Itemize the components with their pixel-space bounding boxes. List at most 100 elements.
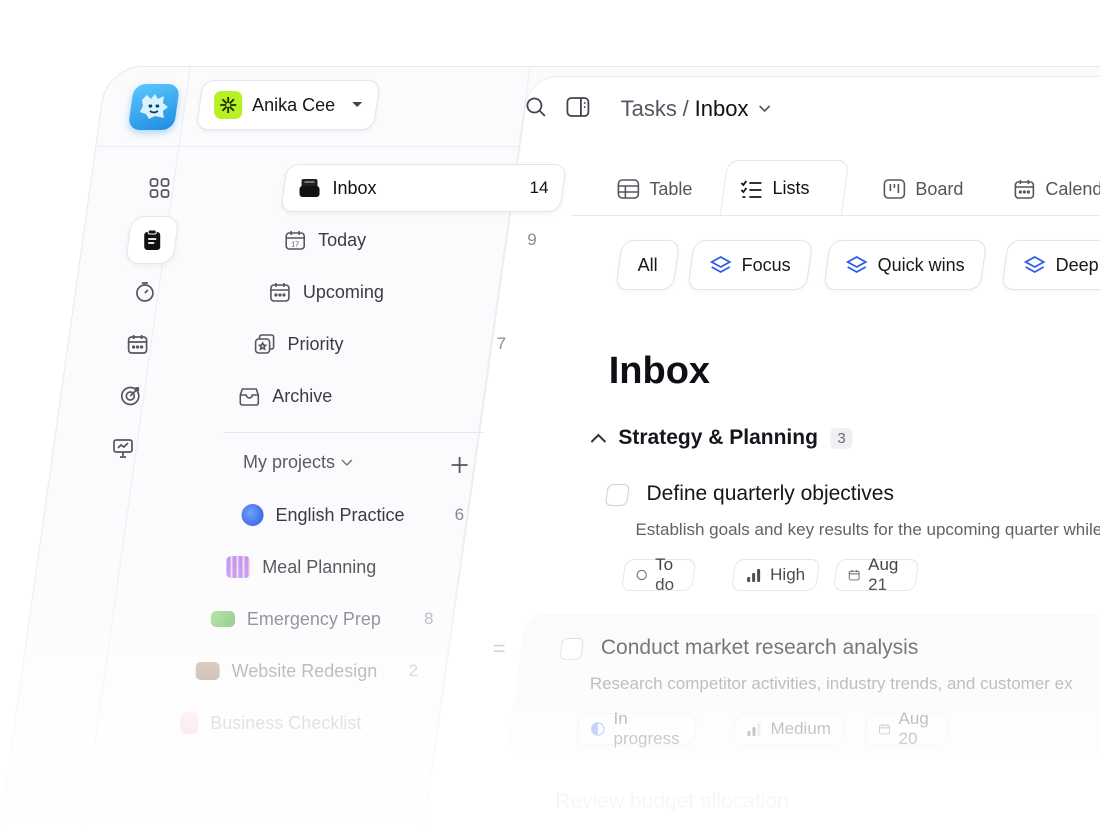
breadcrumb: Tasks / Inbox	[619, 96, 773, 122]
add-project-icon[interactable]	[442, 450, 476, 480]
tab-board[interactable]: Board	[864, 162, 984, 216]
layers-icon	[1023, 255, 1046, 274]
sidebar-item-label: Inbox	[332, 177, 377, 198]
sidebar-item-upcoming[interactable]: Upcoming	[252, 268, 539, 316]
priority-medium-icon	[747, 723, 761, 736]
checklist-icon	[180, 712, 199, 734]
due-date-badge[interactable]: Aug 21	[832, 555, 920, 594]
status-in-progress-icon	[591, 722, 605, 736]
briefcase-icon	[195, 662, 220, 680]
table-icon	[617, 179, 640, 199]
group-header[interactable]: Strategy & Planning 3	[589, 426, 854, 450]
priority-high-icon	[747, 569, 761, 582]
app-logo[interactable]	[127, 84, 181, 130]
tab-label: Table	[649, 178, 693, 199]
calendar-day-icon: 17	[285, 231, 306, 250]
breadcrumb-separator: /	[682, 96, 690, 121]
breadcrumb-current[interactable]: Inbox	[695, 96, 749, 122]
status-badge[interactable]: In progress	[575, 709, 698, 748]
calendar-icon	[879, 724, 890, 735]
project-count: 6	[454, 505, 464, 524]
sidebar-item-label: Priority	[287, 333, 344, 354]
task-title[interactable]: Conduct market research analysis	[599, 636, 920, 660]
priority-badge[interactable]: High	[730, 559, 821, 591]
sidebar-item-priority[interactable]: Priority 7	[236, 320, 523, 368]
task-checkbox[interactable]	[604, 484, 630, 506]
search-icon[interactable]	[519, 92, 553, 122]
board-icon	[883, 179, 906, 199]
chevron-down-icon	[351, 101, 363, 109]
sidebar-item-label: Upcoming	[302, 281, 384, 302]
filter-deep-work[interactable]: Deep work	[1001, 240, 1100, 290]
drag-handle-icon[interactable]: =	[491, 636, 508, 662]
filter-all[interactable]: All	[615, 240, 681, 290]
filter-label: Quick wins	[877, 254, 965, 275]
task-description: Research competitor activities, industry…	[589, 674, 1073, 693]
workspace-name: Anika Cee	[252, 94, 336, 115]
graduation-cap-icon	[241, 504, 264, 526]
filter-label: Focus	[741, 254, 791, 275]
svg-text:17: 17	[291, 242, 299, 249]
sidebar-item-label: Today	[318, 229, 367, 250]
chevron-down-icon	[341, 458, 353, 467]
app-window: Anika Cee Inbox 14 17 Today 9 Upcoming P…	[0, 0, 1100, 825]
chevron-up-icon[interactable]	[590, 433, 607, 443]
sidebar-item-count: 14	[529, 178, 549, 197]
project-english-practice[interactable]: English Practice 6	[224, 491, 481, 539]
tasks-icon[interactable]	[124, 216, 180, 264]
status-label: To do	[655, 555, 675, 594]
workspace-switcher[interactable]: Anika Cee	[195, 80, 381, 130]
project-label: English Practice	[275, 504, 405, 525]
calendar-icon	[270, 283, 290, 302]
project-label: Emergency Prep	[246, 608, 382, 629]
status-label: In progress	[613, 709, 680, 748]
calendar-icon[interactable]	[110, 320, 165, 368]
project-meal-planning[interactable]: Meal Planning	[209, 543, 466, 591]
breadcrumb-parent[interactable]: Tasks	[621, 96, 677, 122]
calendar-grid-icon	[226, 556, 251, 578]
filter-focus[interactable]: Focus	[687, 240, 814, 290]
list-check-icon	[740, 179, 762, 198]
project-website-redesign[interactable]: Website Redesign 2	[178, 647, 435, 695]
group-count: 3	[829, 427, 853, 449]
tab-lists[interactable]: Lists	[719, 160, 850, 216]
projects-title: My projects	[242, 452, 335, 472]
timer-icon[interactable]	[118, 268, 173, 316]
calendar-icon	[1014, 180, 1035, 199]
sidebar-item-inbox[interactable]: Inbox 14	[280, 164, 567, 212]
tab-table[interactable]: Table	[598, 162, 713, 216]
sidebar-divider	[223, 432, 484, 433]
archive-icon	[239, 388, 260, 406]
due-date-label: Aug 20	[898, 709, 929, 748]
project-emergency-prep[interactable]: Emergency Prep 8	[194, 595, 451, 643]
project-label: Meal Planning	[262, 556, 377, 577]
project-business-checklist[interactable]: Business Checklist	[163, 699, 420, 747]
layers-icon	[709, 255, 732, 274]
page-title: Inbox	[608, 350, 711, 392]
projects-header[interactable]: My projects	[241, 452, 354, 473]
due-date-label: Aug 21	[868, 555, 899, 594]
goals-icon[interactable]	[103, 372, 158, 420]
tab-label: Lists	[772, 178, 810, 198]
group-title: Strategy & Planning	[618, 426, 818, 449]
task-title[interactable]: Review budget allocation	[554, 790, 791, 814]
calendar-icon	[848, 570, 860, 581]
dashboard-icon[interactable]	[132, 164, 187, 212]
sidebar-item-archive[interactable]: Archive	[221, 372, 508, 420]
due-date-badge[interactable]: Aug 20	[863, 709, 950, 748]
tab-calendar[interactable]: Calendar	[994, 162, 1100, 216]
sidebar-header-divider	[95, 146, 520, 147]
sidebar-item-count: 7	[496, 334, 506, 353]
task-title[interactable]: Define quarterly objectives	[645, 482, 896, 506]
filter-quick-wins[interactable]: Quick wins	[823, 240, 988, 290]
priority-label: High	[770, 565, 806, 584]
priority-label: Medium	[770, 719, 831, 738]
sidebar-item-today[interactable]: 17 Today 9	[267, 216, 554, 264]
sidebar-toggle-icon[interactable]	[561, 92, 595, 122]
sidebar-item-label: Archive	[272, 385, 333, 406]
status-badge[interactable]: To do	[620, 555, 697, 594]
task-checkbox[interactable]	[559, 638, 585, 660]
priority-badge[interactable]: Medium	[731, 713, 847, 745]
presentation-icon[interactable]	[96, 424, 151, 472]
chevron-down-icon[interactable]	[759, 105, 771, 113]
